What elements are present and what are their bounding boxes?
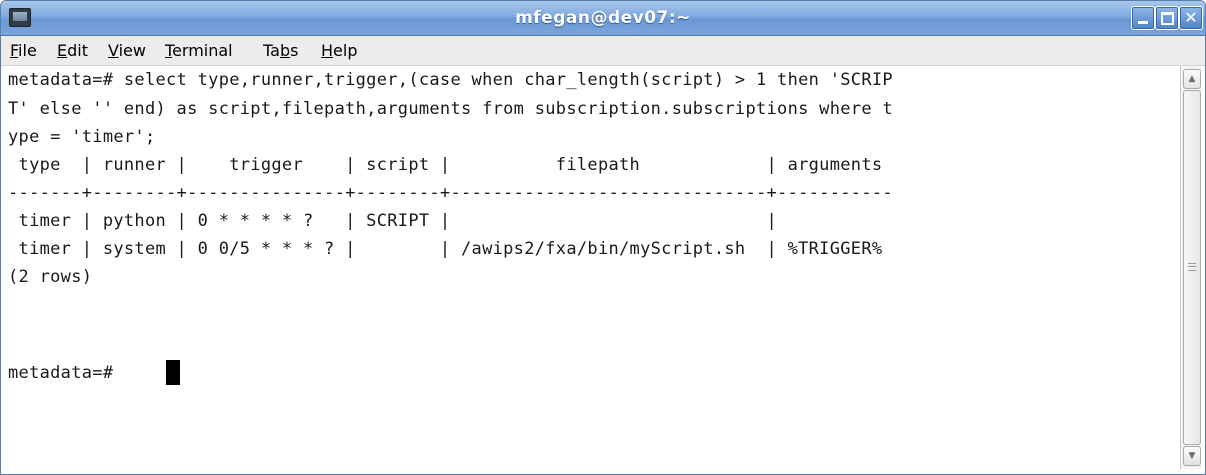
minimize-icon (1138, 21, 1148, 24)
menu-help[interactable]: Help (321, 36, 357, 65)
scroll-up-button[interactable]: ▲ (1183, 69, 1201, 89)
terminal-line: timer | python | 0 * * * * ? | SCRIPT | … (8, 211, 778, 231)
menu-label-post: dit (67, 41, 88, 60)
terminal-line: type | runner | trigger | script | filep… (8, 155, 883, 175)
menu-mnemonic: V (108, 41, 119, 60)
terminal-window: mfegan@dev07:~ ✕ File Edit View Terminal… (0, 0, 1206, 475)
menu-bar: File Edit View Terminal Tabs Help (1, 36, 1205, 66)
terminal-line: ype = 'timer'; (8, 127, 156, 147)
maximize-button[interactable] (1155, 6, 1179, 30)
menu-mnemonic: T (165, 41, 173, 60)
window-title: mfegan@dev07:~ (515, 8, 691, 28)
maximize-icon (1161, 12, 1174, 25)
minimize-button[interactable] (1131, 6, 1155, 30)
terminal-line: -------+--------+---------------+-------… (8, 183, 893, 203)
menu-mnemonic: H (321, 41, 334, 60)
terminal-line: (2 rows) (8, 267, 93, 287)
menu-mnemonic: b (279, 41, 291, 60)
scrollbar-thumb[interactable] (1183, 90, 1201, 445)
menu-file[interactable]: File (10, 36, 37, 65)
arrow-up-icon: ▲ (1188, 74, 1196, 84)
menu-view[interactable]: View (108, 36, 146, 65)
menu-label-post: elp (333, 41, 358, 60)
grip-icon (1188, 263, 1196, 271)
terminal-prompt: metadata=# (8, 363, 124, 383)
menu-terminal[interactable]: Terminal (165, 36, 233, 65)
vertical-scrollbar[interactable]: ▲ ▼ (1180, 66, 1201, 469)
menu-label-post: iew (118, 41, 146, 60)
menu-label-post: erminal (172, 41, 233, 60)
menu-mnemonic: F (10, 41, 19, 60)
menu-label-pre: Ta (263, 41, 280, 60)
scroll-down-button[interactable]: ▼ (1183, 446, 1201, 466)
terminal-line: metadata=# select type,runner,trigger,(c… (8, 70, 893, 90)
terminal-line: timer | system | 0 0/5 * * * ? | | /awip… (8, 239, 883, 259)
menu-edit[interactable]: Edit (57, 36, 88, 65)
menu-mnemonic: E (57, 41, 68, 60)
terminal-line: T' else '' end) as script,filepath,argum… (8, 99, 893, 119)
menu-label-post: ile (18, 41, 37, 60)
title-bar[interactable]: mfegan@dev07:~ ✕ (1, 1, 1205, 36)
close-button[interactable]: ✕ (1179, 6, 1203, 30)
menu-tabs[interactable]: Tabs (263, 36, 298, 65)
close-icon: ✕ (1184, 8, 1198, 27)
arrow-down-icon: ▼ (1188, 451, 1196, 461)
menu-label-post: s (290, 41, 299, 60)
text-cursor (166, 360, 180, 385)
terminal-output[interactable]: metadata=# select type,runner,trigger,(c… (4, 66, 1179, 471)
